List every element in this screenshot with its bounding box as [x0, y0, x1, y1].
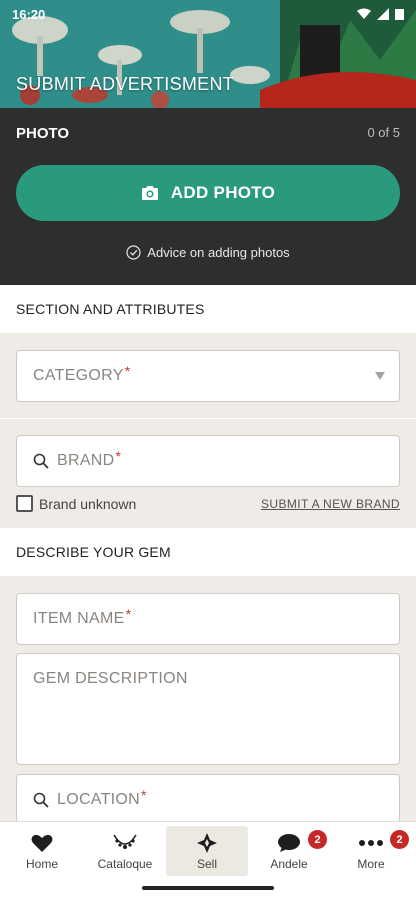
home-indicator: [142, 886, 274, 890]
submit-new-brand-link[interactable]: SUBMIT A NEW BRAND: [261, 497, 400, 511]
section-describe-heading: DESCRIBE YOUR GEM: [0, 528, 416, 576]
checkbox-box[interactable]: [16, 495, 33, 512]
status-bar: 16:20: [0, 0, 416, 28]
description-label: GEM DESCRIPTION: [33, 670, 188, 687]
nav-sell-label: Sell: [196, 857, 217, 871]
signal-icon: [377, 8, 389, 20]
section-attributes-heading: SECTION AND ATTRIBUTES: [0, 285, 416, 333]
nav-more-label: More: [357, 857, 385, 871]
item-name-label: ITEM NAME: [33, 610, 125, 627]
brand-field[interactable]: BRAND *: [16, 435, 400, 487]
notification-badge: 2: [390, 830, 409, 849]
nav-more[interactable]: More 2: [330, 826, 412, 876]
wifi-icon: [357, 8, 371, 19]
status-time: 16:20: [12, 6, 46, 22]
divider: [0, 418, 416, 419]
more-dots-icon: [358, 832, 384, 854]
nav-home[interactable]: Home: [1, 826, 83, 876]
location-label: LOCATION: [57, 791, 141, 808]
advice-label: Advice on adding photos: [147, 245, 290, 260]
camera-icon: [141, 186, 158, 200]
brand-unknown-checkbox[interactable]: Brand unknown: [16, 495, 136, 512]
required-mark: *: [115, 448, 122, 464]
necklace-icon: [112, 832, 138, 854]
nav-home-label: Home: [25, 857, 58, 871]
advice-link[interactable]: Advice on adding photos: [0, 245, 416, 260]
search-icon: [33, 453, 49, 469]
page-title: SUBMIT ADVERTISMENT: [16, 74, 235, 94]
nav-catalogue-label: Cataloque: [97, 857, 153, 871]
search-icon: [33, 792, 49, 808]
required-mark: *: [141, 787, 147, 803]
battery-icon: [395, 9, 404, 20]
header-banner: 16:20 SUBMIT ADVERTISMENT: [0, 0, 416, 108]
check-circle-icon: [126, 245, 141, 260]
add-photo-button[interactable]: ADD PHOTO: [16, 165, 400, 221]
required-mark: *: [125, 606, 132, 622]
photo-section: PHOTO 0 of 5 ADD PHOTO Advice on adding …: [0, 108, 416, 285]
heart-icon: [31, 832, 53, 854]
location-field[interactable]: LOCATION *: [16, 774, 400, 826]
chat-bubble-icon: [277, 832, 301, 854]
brand-label: BRAND: [57, 452, 115, 469]
nav-andele-label: Andele: [270, 857, 308, 871]
category-label: CATEGORY: [33, 367, 124, 384]
chevron-down-icon: [375, 372, 385, 380]
nav-catalogue[interactable]: Cataloque: [84, 826, 166, 876]
photo-count: 0 of 5: [367, 125, 400, 140]
notification-badge: 2: [308, 830, 327, 849]
nav-andele[interactable]: Andele 2: [248, 826, 330, 876]
add-photo-label: ADD PHOTO: [170, 183, 276, 202]
status-icons: [357, 8, 404, 20]
category-select[interactable]: CATEGORY *: [16, 350, 400, 402]
brand-unknown-label: Brand unknown: [39, 495, 137, 512]
photo-heading: PHOTO: [16, 125, 70, 142]
diamond-cross-icon: [196, 832, 218, 854]
nav-sell[interactable]: Sell: [166, 826, 248, 876]
description-field[interactable]: GEM DESCRIPTION: [16, 653, 400, 765]
item-name-field[interactable]: ITEM NAME *: [16, 593, 400, 645]
required-mark: *: [124, 363, 131, 379]
